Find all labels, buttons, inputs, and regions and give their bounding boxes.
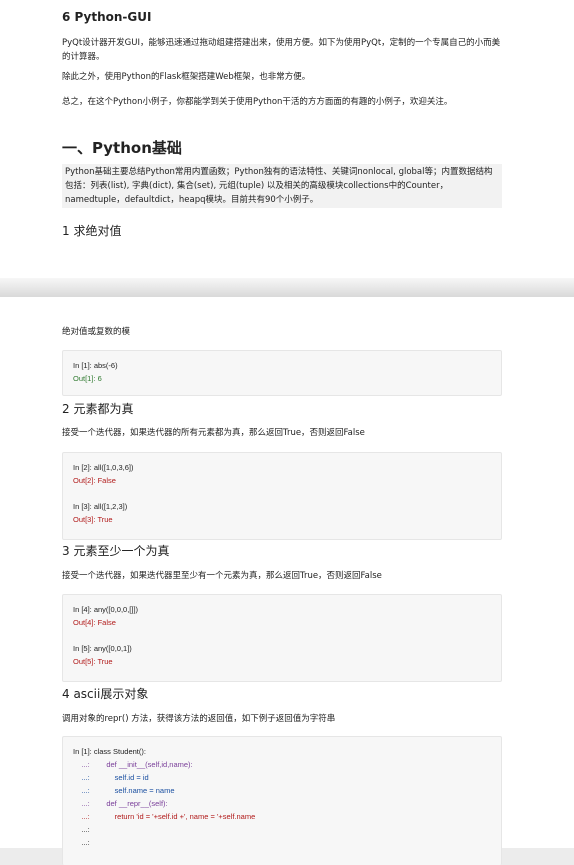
document-page-2: 绝对值或复数的模 In [1]: abs(-6) Out[1]: 6 2 元素都… — [0, 297, 574, 865]
code-line: Out[4]: False — [73, 618, 116, 627]
paragraph: 绝对值或复数的模 — [62, 327, 131, 337]
code-line: In [3]: all([1,2,3]) — [73, 502, 128, 511]
code-line: In [4]: any([0,0,0,[]]) — [73, 605, 139, 614]
code-line: ...: — [73, 838, 90, 847]
code-line: ...: self.name = name — [73, 786, 175, 795]
section-title: 6 Python-GUI — [62, 10, 152, 24]
paragraph: 接受一个迭代器，如果迭代器里至少有一个元素为真，那么返回True，否则返回Fal… — [62, 571, 382, 581]
paragraph: 调用对象的repr() 方法，获得该方法的返回值，如下例子返回值为字符串 — [62, 714, 336, 724]
code-line: Out[1]: 6 — [73, 374, 102, 383]
code-line: In [1]: class Student(): — [73, 747, 146, 756]
intro-paragraph: Python基础主要总结Python常用内置函数；Python独有的语法特性、关… — [62, 164, 502, 208]
code-line: Out[5]: True — [73, 657, 113, 666]
paragraph: 接受一个迭代器，如果迭代器的所有元素都为真，那么返回True，否则返回False — [62, 428, 365, 438]
paragraph: PyQt设计器开发GUI，能够迅速通过拖动组建搭建出来，使用方便。如下为使用Py… — [62, 38, 501, 62]
code-line: ​ — [73, 629, 491, 642]
document-page-1: 6 Python-GUI PyQt设计器开发GUI，能够迅速通过拖动组建搭建出来… — [0, 0, 574, 278]
code-line: Out[2]: False — [73, 476, 116, 485]
code-block-all: In [2]: all([1,0,3,6]) Out[2]: False ​ I… — [62, 452, 502, 540]
subsection-heading: 1 求绝对值 — [62, 224, 122, 238]
code-block-class: In [1]: class Student(): ...: def __init… — [62, 736, 502, 865]
subsection-heading: 2 元素都为真 — [62, 402, 134, 416]
code-line: In [2]: all([1,0,3,6]) — [73, 463, 134, 472]
subsection-heading: 3 元素至少一个为真 — [62, 544, 170, 558]
code-line: Out[3]: True — [73, 515, 113, 524]
code-line: ​ — [73, 487, 491, 500]
code-line: ...: self.id = id — [73, 773, 149, 782]
code-line: ...: def __repr__(self): — [73, 799, 168, 808]
code-line: ...: def __init__(self,id,name): — [73, 760, 193, 769]
code-line: ...: return 'id = '+self.id +', name = '… — [73, 812, 256, 821]
code-line: In [1]: abs(-6) — [73, 361, 118, 370]
chapter-heading: 一、Python基础 — [62, 139, 182, 157]
code-block-any: In [4]: any([0,0,0,[]]) Out[4]: False ​ … — [62, 594, 502, 682]
page-gap — [0, 278, 574, 297]
subsection-heading: 4 ascii展示对象 — [62, 687, 149, 701]
paragraph: 总之，在这个Python小例子，你都能学到关于使用Python干活的方方面面的有… — [62, 97, 453, 107]
paragraph: 除此之外，使用Python的Flask框架搭建Web框架，也非常方便。 — [62, 72, 311, 82]
code-line: ...: — [73, 825, 90, 834]
code-line: In [5]: any([0,0,1]) — [73, 644, 132, 653]
code-block-abs: In [1]: abs(-6) Out[1]: 6 — [62, 350, 502, 396]
